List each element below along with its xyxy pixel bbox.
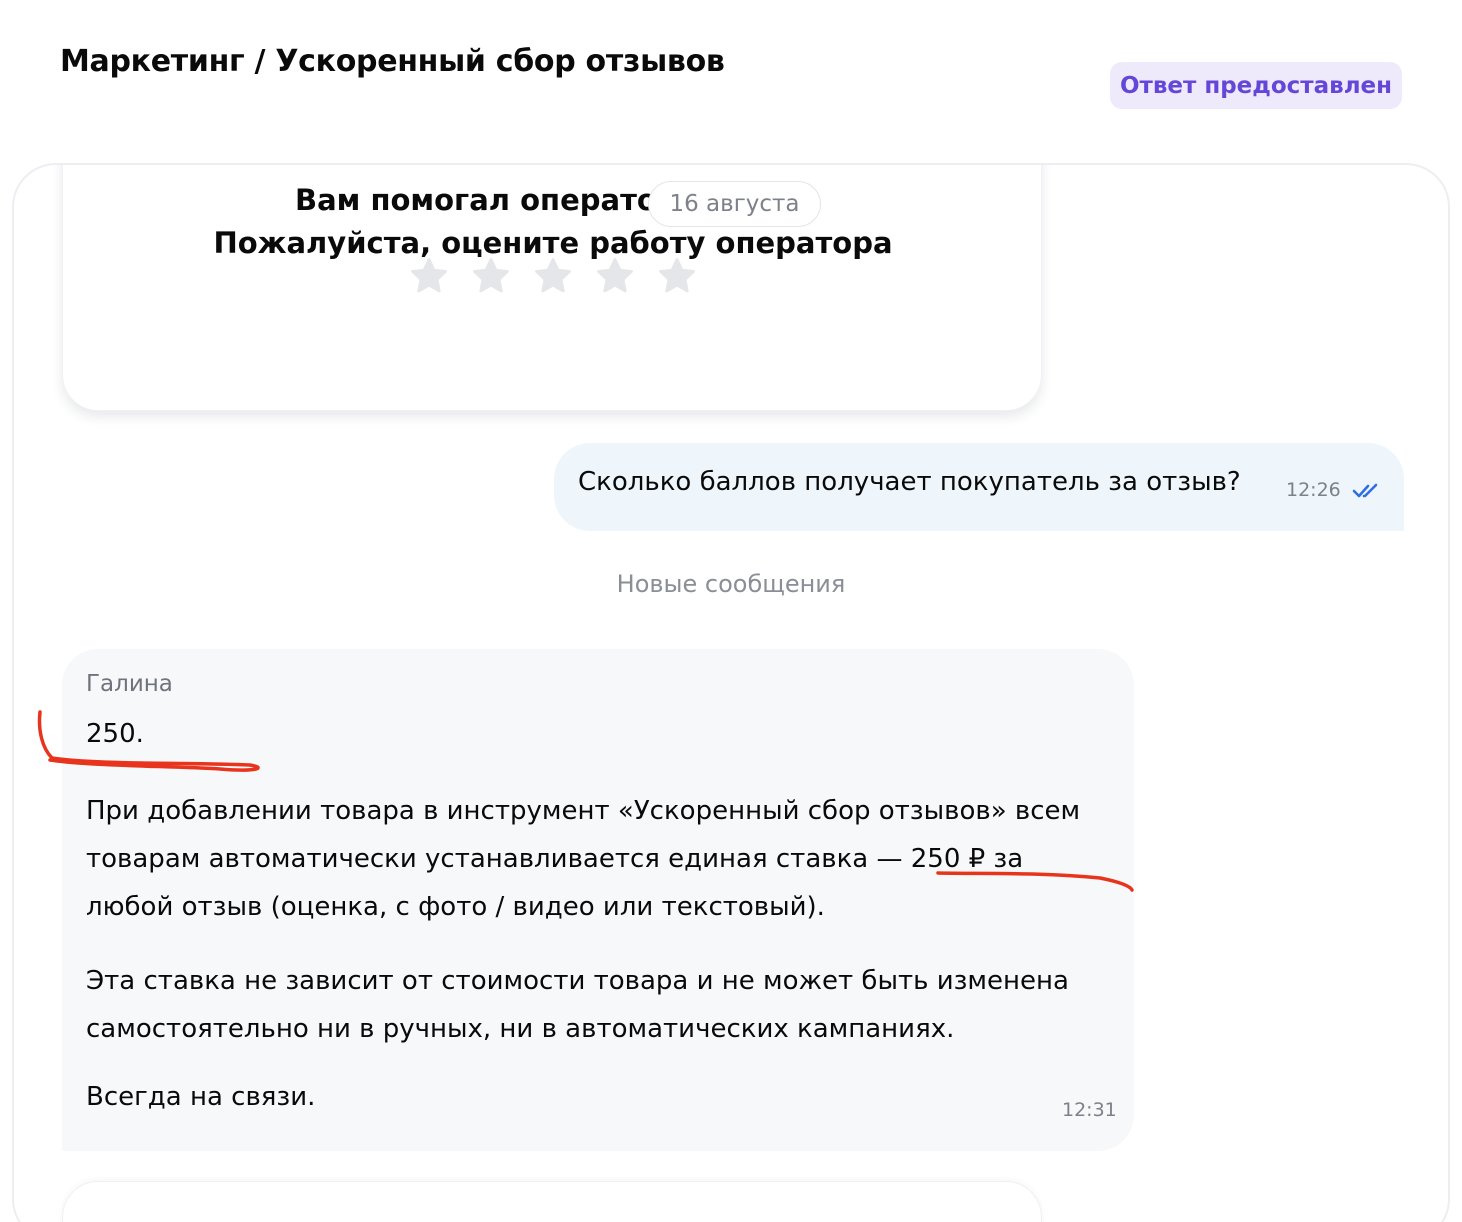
rating-stars	[408, 255, 698, 297]
status-badge: Ответ предоставлен	[1110, 62, 1402, 109]
next-message-card	[62, 1181, 1042, 1222]
incoming-paragraph-2: Эта ставка не зависит от стоимости товар…	[86, 966, 1069, 1044]
support-chat-page: Маркетинг / Ускоренный сбор отзывов Отве…	[0, 0, 1462, 1222]
sender-name: Галина	[86, 671, 173, 697]
incoming-short-answer: 250.	[86, 719, 144, 749]
incoming-message-time: 12:31	[1062, 1099, 1117, 1121]
incoming-paragraph-3: Всегда на связи.	[86, 1082, 316, 1112]
outgoing-message-text: Сколько баллов получает покупатель за от…	[578, 467, 1241, 497]
date-separator: 16 августа	[648, 181, 821, 227]
incoming-message: Галина 250. При добавлении товара в инст…	[62, 649, 1134, 1151]
incoming-paragraph-1: При добавлении товара в инструмент «Уско…	[86, 796, 1081, 922]
rating-card-title: Вам помогал операто	[295, 183, 655, 217]
star-icon[interactable]	[408, 255, 450, 297]
outgoing-message-time: 12:26	[1286, 479, 1341, 501]
star-icon[interactable]	[532, 255, 574, 297]
star-icon[interactable]	[656, 255, 698, 297]
star-icon[interactable]	[594, 255, 636, 297]
outgoing-message: Сколько баллов получает покупатель за от…	[554, 443, 1404, 531]
breadcrumb: Маркетинг / Ускоренный сбор отзывов	[60, 44, 725, 79]
operator-rating-card: Вам помогал операто Пожалуйста, оцените …	[62, 165, 1042, 411]
chat-panel[interactable]: Вам помогал операто Пожалуйста, оцените …	[12, 163, 1450, 1222]
new-messages-divider: Новые сообщения	[616, 570, 846, 598]
double-check-icon	[1352, 483, 1378, 498]
star-icon[interactable]	[470, 255, 512, 297]
